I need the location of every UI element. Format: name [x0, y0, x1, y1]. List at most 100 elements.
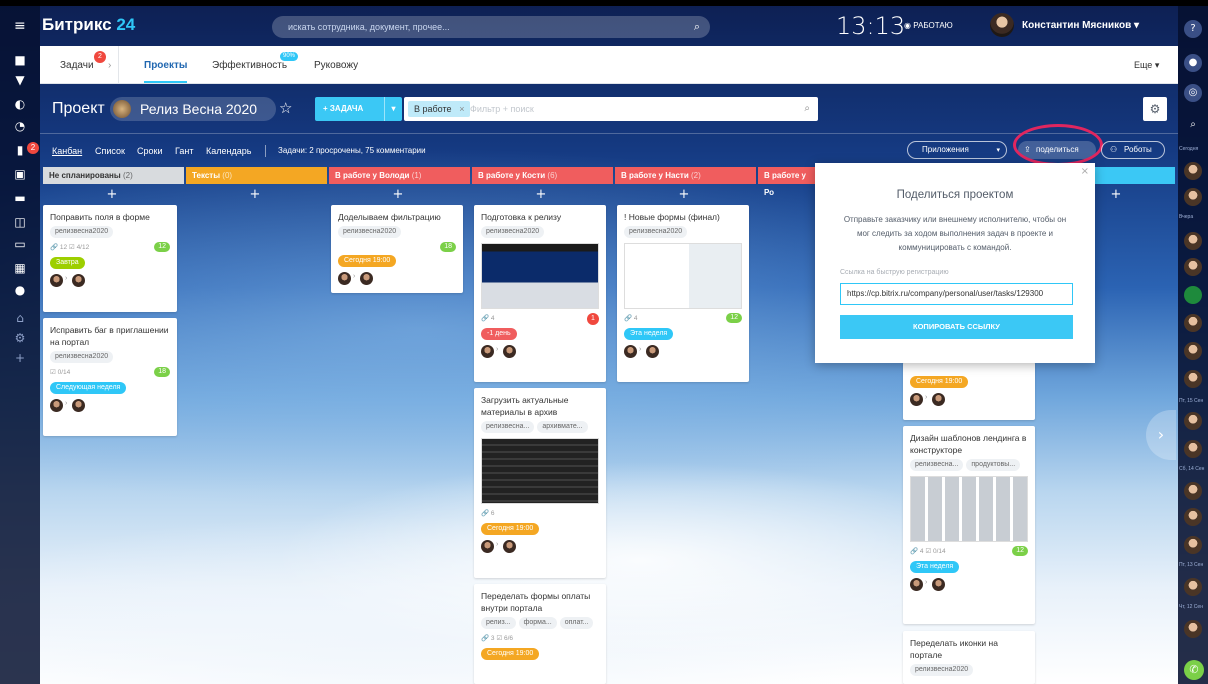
avatar[interactable]: [932, 393, 945, 406]
contact-avatar[interactable]: [1184, 342, 1202, 360]
task-tag[interactable]: релизвесна2020: [338, 226, 402, 238]
task-tag[interactable]: форма...: [518, 617, 557, 629]
avatar[interactable]: [72, 399, 85, 412]
deadline-badge[interactable]: Эта неделя: [624, 328, 674, 340]
contact-avatar[interactable]: [1184, 370, 1202, 388]
nav-tasks-arrow[interactable]: ›: [108, 60, 111, 71]
add-card-button[interactable]: +: [245, 187, 265, 202]
task-tag[interactable]: оплат...: [559, 617, 594, 629]
view-deadlines[interactable]: Сроки: [137, 146, 162, 156]
task-card[interactable]: ! Новые формы (финал) релизвесна2020 🔗 4…: [617, 205, 749, 382]
avatar[interactable]: [503, 345, 516, 358]
task-tag[interactable]: релизвесна...: [910, 459, 964, 471]
add-task-button[interactable]: + ЗАДАЧА ▾: [315, 97, 402, 121]
deadline-badge[interactable]: Эта неделя: [910, 561, 960, 573]
view-gantt[interactable]: Гант: [175, 146, 193, 156]
column-header[interactable]: В работе у Володи (1): [329, 167, 470, 184]
avatar[interactable]: [646, 345, 659, 358]
task-preview-image[interactable]: [624, 243, 742, 309]
task-tag[interactable]: релизвесна...: [481, 421, 535, 433]
avatar[interactable]: [932, 578, 945, 591]
deadline-badge[interactable]: Сегодня 19:00: [910, 376, 969, 388]
task-card[interactable]: Переделать иконки на портале релизвесна2…: [903, 631, 1035, 684]
robots-button[interactable]: ⚇ Роботы: [1101, 141, 1165, 159]
view-list[interactable]: Список: [95, 146, 125, 156]
task-card[interactable]: Поправить поля в форме релизвесна2020 🔗 …: [43, 205, 177, 312]
add-task-dropdown[interactable]: ▾: [384, 97, 402, 121]
avatar[interactable]: [503, 540, 516, 553]
notifications-icon[interactable]: ●: [1184, 54, 1202, 72]
task-tag[interactable]: релизвесна2020: [50, 226, 114, 238]
task-tag[interactable]: релизвесна2020: [624, 226, 688, 238]
contact-avatar[interactable]: [1184, 412, 1202, 430]
pulse-icon[interactable]: ◐: [11, 96, 29, 112]
apps-button[interactable]: Приложения ▾: [907, 141, 1007, 159]
tasks-icon[interactable]: ▣: [11, 166, 29, 182]
user-avatar[interactable]: [990, 13, 1014, 37]
mail-icon[interactable]: ▭: [11, 236, 29, 252]
logo[interactable]: Битрикс 24: [42, 15, 135, 35]
avatar[interactable]: [360, 272, 373, 285]
task-preview-image[interactable]: [481, 438, 599, 504]
deadline-badge[interactable]: -1 день: [481, 328, 517, 340]
filter-tag[interactable]: В работе ×: [408, 101, 470, 117]
contact-avatar[interactable]: [1184, 188, 1202, 206]
nav-tasks[interactable]: Задачи: [60, 60, 94, 71]
add-card-button[interactable]: +: [674, 187, 694, 202]
view-kanban[interactable]: Канбан: [52, 146, 82, 156]
task-tag[interactable]: релиз...: [481, 617, 516, 629]
sites-icon[interactable]: ⌂: [11, 310, 29, 326]
task-card[interactable]: Исправить баг в приглашении на портал ре…: [43, 318, 177, 436]
add-card-button[interactable]: +: [102, 187, 122, 202]
task-card[interactable]: Доделываем фильтрацию релизвесна2020 18 …: [331, 205, 463, 293]
contact-avatar[interactable]: [1184, 232, 1202, 250]
contact-avatar[interactable]: [1184, 620, 1202, 638]
avatar[interactable]: [910, 578, 923, 591]
down-icon[interactable]: ●: [11, 282, 29, 298]
task-tag[interactable]: релизвесна2020: [50, 351, 114, 363]
task-card[interactable]: Подготовка к релизу релизвесна2020 🔗 41 …: [474, 205, 606, 382]
nav-projects[interactable]: Проекты: [144, 60, 188, 83]
activity-icon[interactable]: ◎: [1184, 84, 1202, 102]
menu-icon[interactable]: ≡: [14, 18, 26, 34]
contact-avatar[interactable]: [1184, 482, 1202, 500]
clock-icon[interactable]: ◔: [11, 118, 29, 134]
deadline-badge[interactable]: Следующая неделя: [50, 382, 127, 394]
add-icon[interactable]: +: [11, 350, 29, 366]
search-icon[interactable]: ⌕: [694, 16, 700, 38]
filter-tag-close-icon[interactable]: ×: [459, 101, 464, 117]
column-header[interactable]: Не спланированы (2): [43, 167, 184, 184]
nav-efficiency[interactable]: Эффективность: [212, 60, 287, 71]
apps-icon[interactable]: ▦: [11, 260, 29, 276]
avatar[interactable]: [50, 274, 63, 287]
avatar[interactable]: [910, 393, 923, 406]
avatar[interactable]: [72, 274, 85, 287]
nav-manage[interactable]: Руковожу: [314, 60, 358, 71]
filter-icon[interactable]: ▼: [11, 72, 29, 88]
contact-avatar[interactable]: [1184, 162, 1202, 180]
help-icon[interactable]: ?: [1184, 20, 1202, 38]
contact-avatar[interactable]: [1184, 508, 1202, 526]
column-header[interactable]: Тексты (0): [186, 167, 327, 184]
nav-more[interactable]: Еще ▾: [1134, 60, 1159, 71]
task-card[interactable]: Дизайн шаблонов лендинга в конструкторе …: [903, 426, 1035, 624]
user-name[interactable]: Константин Мясников ▾: [1022, 20, 1139, 31]
task-tag[interactable]: продуктовы...: [966, 459, 1021, 471]
search-rail-icon[interactable]: ⌕: [1184, 116, 1202, 134]
clock[interactable]: 13:13: [836, 12, 905, 40]
avatar[interactable]: [481, 540, 494, 553]
star-icon[interactable]: ☆: [279, 99, 292, 117]
settings-icon[interactable]: ⚙: [11, 330, 29, 346]
task-card[interactable]: Загрузить актуальные материалы в архив р…: [474, 388, 606, 578]
deadline-badge[interactable]: Сегодня 19:00: [338, 255, 397, 267]
task-tag[interactable]: релизвесна2020: [910, 664, 974, 676]
contact-avatar[interactable]: [1184, 258, 1202, 276]
share-link-field[interactable]: https://cp.bitrix.ru/company/personal/us…: [840, 283, 1073, 305]
column-header[interactable]: [1095, 167, 1175, 184]
contact-avatar[interactable]: [1184, 286, 1202, 304]
task-tag[interactable]: релизвесна2020: [481, 226, 545, 238]
avatar[interactable]: [624, 345, 637, 358]
column-header[interactable]: В работе у Насти (2): [615, 167, 756, 184]
add-card-button[interactable]: +: [388, 187, 408, 202]
phone-icon[interactable]: ✆: [1184, 660, 1204, 680]
